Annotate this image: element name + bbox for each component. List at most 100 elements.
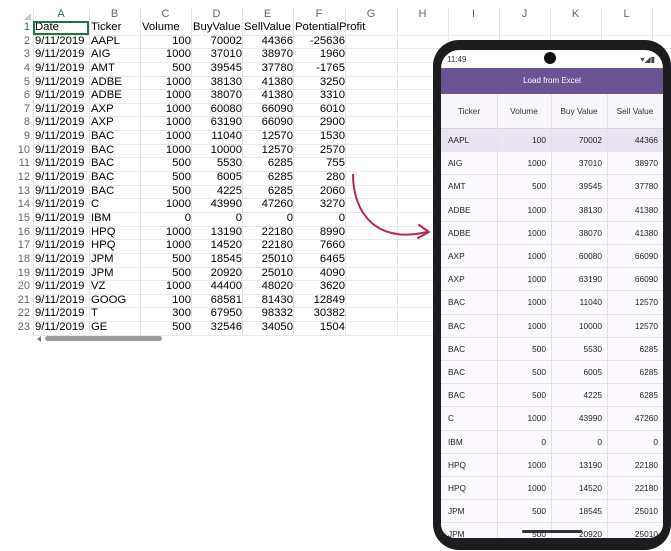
sheet-cell[interactable]: AXP: [89, 103, 140, 117]
sheet-cell[interactable]: 0: [191, 212, 242, 226]
row-number[interactable]: 22: [0, 307, 33, 321]
sheet-cell[interactable]: 500: [140, 157, 191, 171]
row-number[interactable]: 1: [0, 21, 33, 35]
sheet-cell[interactable]: JPM: [89, 253, 140, 267]
data-grid-row[interactable]: BAC 500 5530 6285: [441, 337, 663, 361]
sheet-cell[interactable]: 9/11/2019: [33, 307, 89, 321]
column-header-g[interactable]: G: [345, 7, 397, 21]
sheet-cell[interactable]: 12570: [242, 130, 293, 144]
sheet-cell[interactable]: 98332: [242, 307, 293, 321]
data-grid-row[interactable]: BAC 1000 11040 12570: [441, 291, 663, 315]
sheet-cell[interactable]: 25010: [242, 253, 293, 267]
header-cell[interactable]: BuyValue: [191, 21, 242, 35]
sheet-cell[interactable]: 1000: [140, 280, 191, 294]
sheet-cell[interactable]: 37010: [191, 48, 242, 62]
sheet-cell[interactable]: 9/11/2019: [33, 157, 89, 171]
sheet-cell[interactable]: 39545: [191, 62, 242, 76]
sheet-cell[interactable]: T: [89, 307, 140, 321]
data-grid-row[interactable]: IBM 0 0 0: [441, 430, 663, 454]
sheet-cell[interactable]: 44366: [242, 35, 293, 49]
sheet-cell[interactable]: 1000: [140, 76, 191, 90]
sheet-cell[interactable]: 12570: [242, 144, 293, 158]
sheet-cell[interactable]: ADBE: [89, 76, 140, 90]
sheet-cell[interactable]: 9/11/2019: [33, 130, 89, 144]
sheet-cell[interactable]: 60080: [191, 103, 242, 117]
sheet-cell[interactable]: 1530: [293, 130, 345, 144]
row-number[interactable]: 9: [0, 130, 33, 144]
data-grid-row[interactable]: AXP 1000 60080 66090: [441, 245, 663, 269]
sheet-cell[interactable]: BAC: [89, 144, 140, 158]
sheet-cell[interactable]: 6465: [293, 253, 345, 267]
sheet-cell[interactable]: AMT: [89, 62, 140, 76]
home-indicator[interactable]: [522, 530, 582, 533]
data-grid-row[interactable]: BAC 500 6005 6285: [441, 361, 663, 385]
sheet-cell[interactable]: 9/11/2019: [33, 294, 89, 308]
column-header-f[interactable]: F: [293, 7, 345, 21]
data-grid-row[interactable]: C 1000 43990 47260: [441, 407, 663, 431]
sheet-cell[interactable]: 66090: [242, 116, 293, 130]
sheet-cell[interactable]: 9/11/2019: [33, 267, 89, 281]
sheet-cell[interactable]: 0: [242, 212, 293, 226]
row-number[interactable]: 3: [0, 48, 33, 62]
sheet-cell[interactable]: 9/11/2019: [33, 48, 89, 62]
row-number[interactable]: 8: [0, 116, 33, 130]
horizontal-scrollbar-thumb[interactable]: [45, 336, 162, 341]
grid-column-header[interactable]: Buy Value: [551, 94, 607, 129]
data-grid-row[interactable]: JPM 500 18545 25010: [441, 500, 663, 524]
sheet-cell[interactable]: 500: [140, 62, 191, 76]
column-header-e[interactable]: E: [242, 7, 293, 21]
sheet-cell[interactable]: VZ: [89, 280, 140, 294]
sheet-cell[interactable]: JPM: [89, 267, 140, 281]
sheet-cell[interactable]: 6285: [242, 171, 293, 185]
row-number[interactable]: 19: [0, 267, 33, 281]
sheet-cell[interactable]: 11040: [191, 130, 242, 144]
sheet-cell[interactable]: AXP: [89, 116, 140, 130]
sheet-cell[interactable]: 3620: [293, 280, 345, 294]
row-number[interactable]: 13: [0, 185, 33, 199]
sheet-cell[interactable]: AIG: [89, 48, 140, 62]
data-grid-row[interactable]: HPQ 1000 13190 22180: [441, 453, 663, 477]
sheet-cell[interactable]: IBM: [89, 212, 140, 226]
sheet-cell[interactable]: 13190: [191, 226, 242, 240]
sheet-cell[interactable]: 1000: [140, 226, 191, 240]
grid-column-header[interactable]: Ticker: [441, 94, 497, 129]
column-header-c[interactable]: C: [140, 7, 191, 21]
sheet-cell[interactable]: 9/11/2019: [33, 280, 89, 294]
row-number[interactable]: 7: [0, 103, 33, 117]
sheet-cell[interactable]: 8990: [293, 226, 345, 240]
sheet-cell[interactable]: 20920: [191, 267, 242, 281]
sheet-cell[interactable]: 100: [140, 35, 191, 49]
sheet-cell[interactable]: BAC: [89, 185, 140, 199]
sheet-cell[interactable]: 41380: [242, 89, 293, 103]
sheet-cell[interactable]: 22180: [242, 239, 293, 253]
sheet-cell[interactable]: 70002: [191, 35, 242, 49]
row-number[interactable]: 18: [0, 253, 33, 267]
data-grid-row[interactable]: AMT 500 39545 37780: [441, 175, 663, 199]
sheet-cell[interactable]: 0: [140, 212, 191, 226]
sheet-cell[interactable]: 1000: [140, 198, 191, 212]
data-grid-row[interactable]: AAPL 100 70002 44366: [441, 129, 663, 153]
sheet-cell[interactable]: 9/11/2019: [33, 144, 89, 158]
active-cell-outline[interactable]: [33, 21, 89, 35]
sheet-cell[interactable]: 1000: [140, 144, 191, 158]
sheet-cell[interactable]: 4090: [293, 267, 345, 281]
column-header-l[interactable]: L: [601, 7, 652, 21]
sheet-cell[interactable]: C: [89, 198, 140, 212]
sheet-cell[interactable]: 1000: [140, 116, 191, 130]
sheet-cell[interactable]: 6010: [293, 103, 345, 117]
row-number[interactable]: 14: [0, 198, 33, 212]
sheet-cell[interactable]: AAPL: [89, 35, 140, 49]
sheet-cell[interactable]: 4225: [191, 185, 242, 199]
sheet-cell[interactable]: 30382: [293, 307, 345, 321]
sheet-cell[interactable]: 38070: [191, 89, 242, 103]
sheet-cell[interactable]: 10000: [191, 144, 242, 158]
sheet-cell[interactable]: BAC: [89, 130, 140, 144]
sheet-cell[interactable]: 9/11/2019: [33, 116, 89, 130]
sheet-cell[interactable]: 67950: [191, 307, 242, 321]
sheet-cell[interactable]: HPQ: [89, 226, 140, 240]
sheet-cell[interactable]: 3310: [293, 89, 345, 103]
sheet-cell[interactable]: 6285: [242, 157, 293, 171]
sheet-cell[interactable]: 9/11/2019: [33, 212, 89, 226]
sheet-cell[interactable]: 38130: [191, 76, 242, 90]
sheet-cell[interactable]: 500: [140, 185, 191, 199]
